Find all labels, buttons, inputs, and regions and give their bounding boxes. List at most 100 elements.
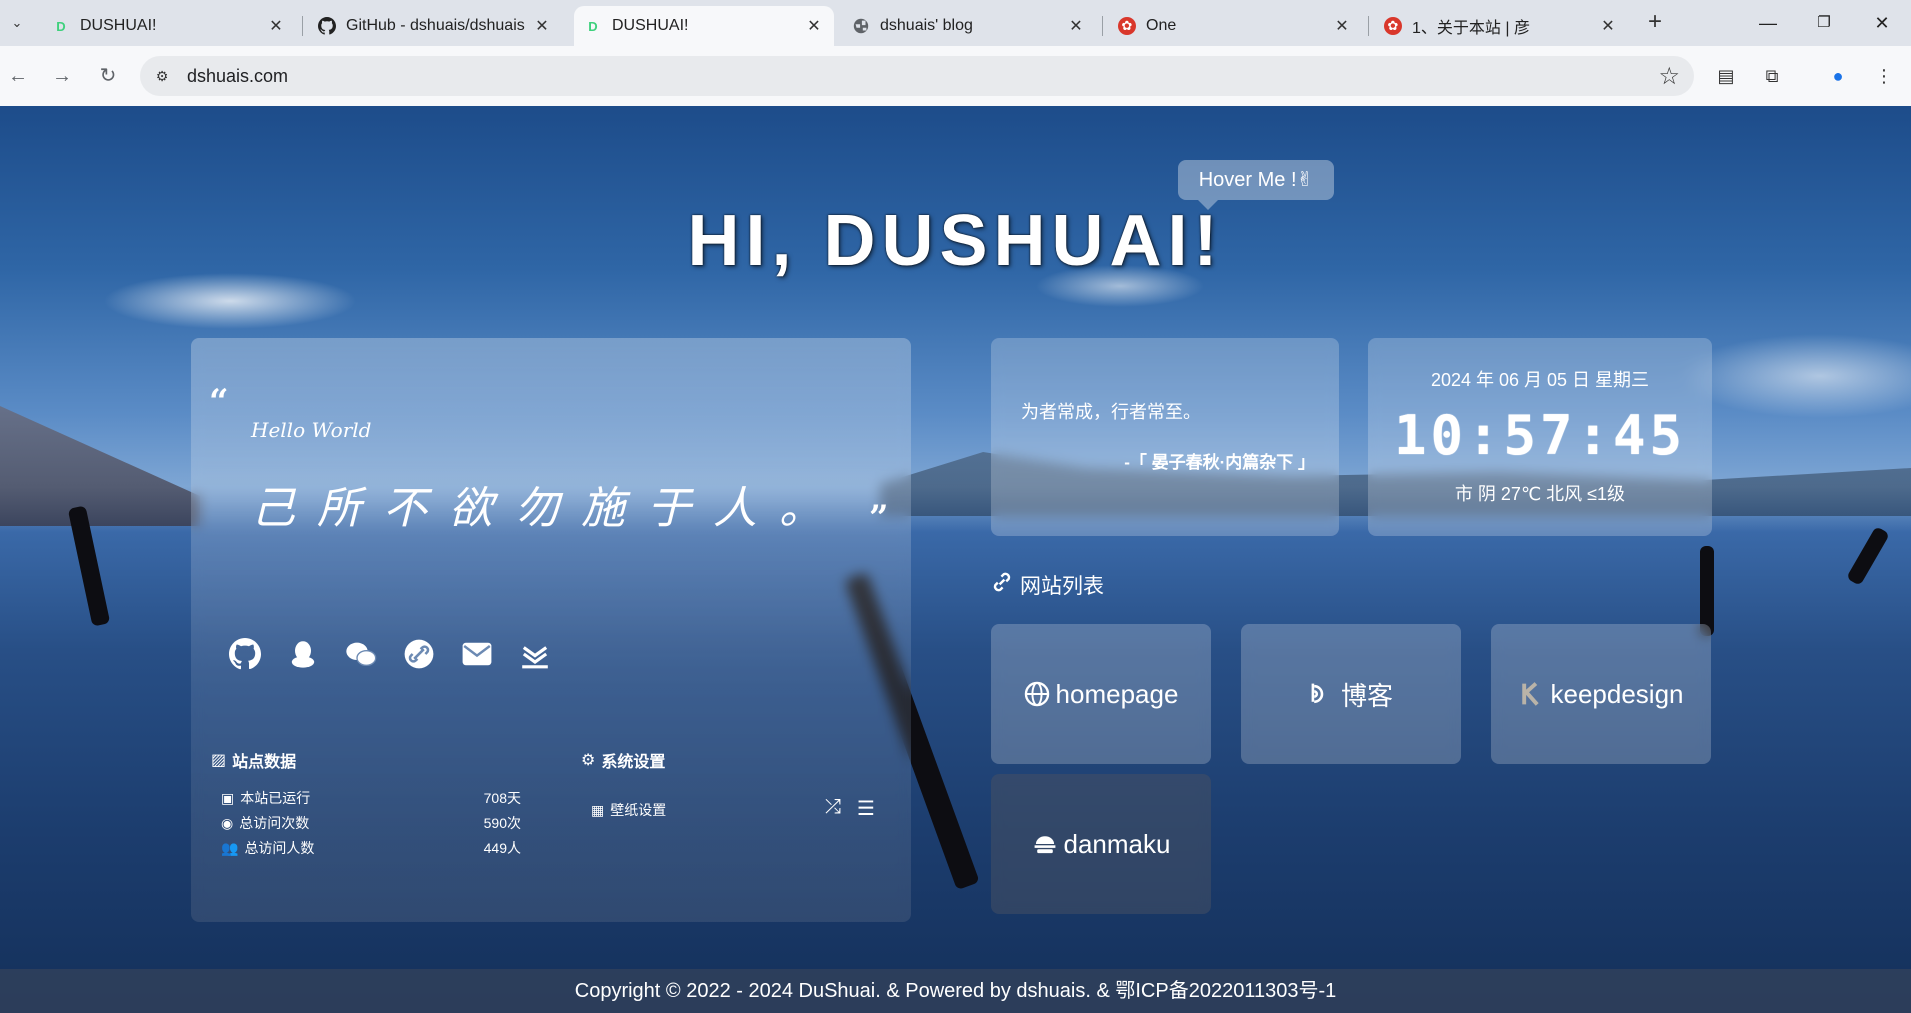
- site-card-danmaku[interactable]: danmaku: [991, 774, 1211, 914]
- tab-dushuai-1[interactable]: D DUSHUAI! ✕: [42, 6, 296, 46]
- weather-text: 市 阴 27℃ 北风 ≤1级: [1454, 484, 1626, 504]
- tab-divider: [1368, 16, 1369, 36]
- stat-value: 708天: [483, 790, 521, 806]
- tab-dushuai-active[interactable]: D DUSHUAI! ✕: [574, 6, 834, 46]
- close-icon[interactable]: ✕: [804, 16, 824, 36]
- tab-about[interactable]: ✿ 1、关于本站 | 彦 ✕: [1374, 6, 1628, 46]
- link-icon: [990, 570, 1014, 600]
- url-text[interactable]: dshuais.com: [187, 66, 288, 87]
- stat-value: 449人: [483, 840, 521, 856]
- quote-open-icon: “: [209, 382, 229, 422]
- close-icon[interactable]: ✕: [532, 16, 552, 36]
- d-logo-icon: D: [588, 18, 598, 34]
- profile-icon[interactable]: ●: [1822, 60, 1854, 92]
- github-icon[interactable]: [227, 636, 263, 672]
- minimize-button[interactable]: —: [1748, 8, 1788, 38]
- stat-label: 本站已运行: [240, 790, 311, 806]
- eye-icon: ◉: [221, 814, 234, 831]
- list-icon[interactable]: ☰: [857, 796, 875, 821]
- stat-value: 590次: [483, 815, 521, 831]
- tab-search-button[interactable]: ⌄: [4, 10, 30, 36]
- tab-title: GitHub - dshuais/dshuais: [346, 17, 525, 34]
- close-window-button[interactable]: ✕: [1862, 8, 1902, 38]
- site-card-label: 博客: [1340, 680, 1393, 711]
- page-viewport: Hover Me !✌ HI, DUSHUAI! “ Hello World 己…: [0, 106, 1911, 1013]
- gear-icon: ⚙: [581, 752, 596, 769]
- quote-card: 为者常成，行者常至。 -「 晏子春秋·内篇杂下 」: [991, 338, 1339, 536]
- wallpaper-actions: ⤮ ☰: [825, 796, 875, 821]
- clock-date: 2024 年 06 月 05 日 星期三: [1430, 370, 1650, 390]
- chart-icon: ▨: [211, 752, 227, 769]
- close-icon[interactable]: ✕: [1066, 16, 1086, 36]
- shuffle-icon[interactable]: ⤮: [825, 796, 841, 821]
- clock-card: 2024 年 06 月 05 日 星期三 10:57:45 市 阴 27℃ 北风…: [1368, 338, 1712, 536]
- tab-title: dshuais' blog: [880, 17, 973, 34]
- background-hills: [0, 406, 200, 526]
- stat-row: ▣ 本站已运行 708天: [221, 788, 521, 808]
- bookmark-star-icon[interactable]: ☆: [1658, 62, 1680, 91]
- qq-icon[interactable]: [285, 636, 321, 672]
- stats-title-text: 站点数据: [232, 754, 297, 771]
- forward-button[interactable]: →: [46, 60, 78, 92]
- calendar-icon: ▣: [221, 789, 235, 806]
- tab-divider: [1102, 16, 1103, 36]
- k-logo-icon: [1521, 682, 1539, 706]
- close-icon[interactable]: ✕: [1598, 16, 1618, 36]
- site-card-homepage[interactable]: homepage: [991, 624, 1211, 764]
- stats-title: ▨ 站点数据: [211, 748, 296, 772]
- tab-title: DUSHUAI!: [80, 17, 157, 34]
- tab-title: 1、关于本站 | 彦: [1412, 20, 1530, 37]
- users-icon: 👥: [221, 839, 239, 856]
- globe-icon: [852, 17, 870, 35]
- social-links: [227, 636, 553, 672]
- wallpaper-setting-label: 壁纸设置: [610, 802, 667, 818]
- new-tab-button[interactable]: +: [1642, 10, 1668, 36]
- motto-text: 己所不欲勿施于人。: [251, 483, 845, 534]
- address-bar[interactable]: ⚙ dshuais.com ☆: [140, 56, 1694, 96]
- background-stump: [1700, 546, 1714, 636]
- browser-toolbar: ← → ↻ ⚙ dshuais.com ☆ ▤ ⧉ ● ⋮: [0, 46, 1911, 106]
- close-icon[interactable]: ✕: [1332, 16, 1352, 36]
- wechat-icon[interactable]: [343, 636, 379, 672]
- site-info-icon[interactable]: ⚙: [152, 66, 172, 86]
- image-icon: ▦: [591, 801, 605, 818]
- one-icon: ✿: [1384, 17, 1402, 35]
- d-logo-icon: D: [56, 18, 66, 34]
- menu-icon[interactable]: ⋮: [1868, 60, 1900, 92]
- sites-title-text: 网站列表: [1020, 575, 1104, 598]
- quote-text: 为者常成，行者常至。: [1021, 402, 1201, 422]
- mail-icon[interactable]: [459, 636, 495, 672]
- tab-divider: [302, 16, 303, 36]
- tab-title: DUSHUAI!: [612, 17, 689, 34]
- restore-button[interactable]: ❐: [1804, 8, 1844, 38]
- site-card-blog[interactable]: 博客: [1241, 624, 1461, 764]
- link-icon[interactable]: [401, 636, 437, 672]
- site-card-label: homepage: [1055, 678, 1179, 709]
- hover-me-tooltip[interactable]: Hover Me !✌: [1178, 160, 1334, 210]
- tab-github[interactable]: GitHub - dshuais/dshuais ✕: [308, 6, 562, 46]
- back-button[interactable]: ←: [2, 60, 34, 92]
- settings-title: ⚙ 系统设置: [581, 748, 665, 772]
- site-card-label: danmaku: [1063, 828, 1171, 859]
- reload-button[interactable]: ↻: [92, 60, 124, 92]
- site-card-keepdesign[interactable]: keepdesign: [1491, 624, 1711, 764]
- settings-title-text: 系统设置: [601, 754, 666, 771]
- hello-text: Hello World: [251, 418, 372, 442]
- extensions-icon[interactable]: ⧉: [1756, 60, 1788, 92]
- tab-title: One: [1146, 17, 1177, 34]
- close-icon[interactable]: ✕: [266, 16, 286, 36]
- stat-label: 总访问人数: [244, 840, 315, 856]
- wallpaper-setting[interactable]: ▦ 壁纸设置: [591, 800, 666, 820]
- quote-source: -「 晏子春秋·内篇杂下 」: [1124, 453, 1315, 472]
- one-icon: ✿: [1118, 17, 1136, 35]
- hero-title: HI, DUSHUAI!: [687, 201, 1224, 281]
- tab-one[interactable]: ✿ One ✕: [1108, 6, 1362, 46]
- tab-strip: ⌄ D DUSHUAI! ✕ GitHub - dshuais/dshuais …: [0, 0, 1911, 46]
- intro-card: “ Hello World 己所不欲勿施于人。 ” ▨ 站点数据 ▣ 本站已运行…: [191, 338, 911, 922]
- tab-blog[interactable]: dshuais' blog ✕: [842, 6, 1096, 46]
- page-footer: Copyright © 2022 - 2024 DuShuai. & Power…: [0, 969, 1911, 1013]
- clock-time: 10:57:45: [1393, 404, 1687, 467]
- stat-row: 👥 总访问人数 449人: [221, 838, 521, 858]
- download-icon[interactable]: [517, 636, 553, 672]
- tab-groups-icon[interactable]: ▤: [1710, 60, 1742, 92]
